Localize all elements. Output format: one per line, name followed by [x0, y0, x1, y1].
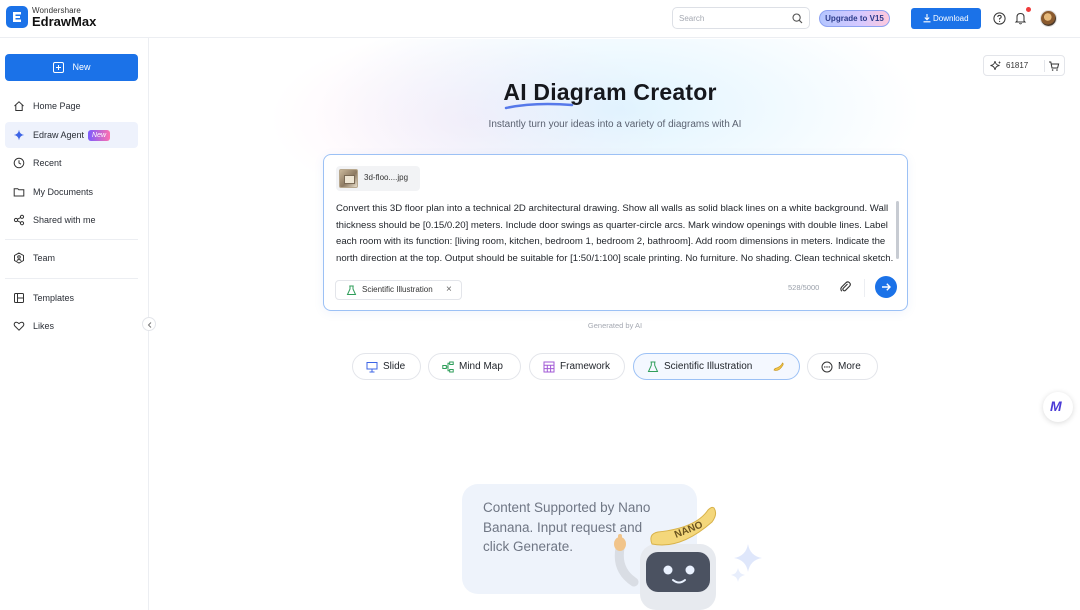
upgrade-button[interactable]: Upgrade to V15	[819, 10, 890, 27]
m-logo-icon: M	[1050, 398, 1062, 414]
page-title-wrap: AI Diagram Creator	[480, 76, 740, 110]
arrow-right-icon	[882, 283, 891, 291]
search-box[interactable]	[672, 7, 810, 29]
sidebar-item-team[interactable]: Team	[5, 245, 138, 271]
sidebar-item-label: Team	[33, 253, 56, 263]
type-label: Slide	[383, 361, 406, 372]
character-counter: 528/5000	[788, 283, 820, 292]
send-button[interactable]	[875, 276, 897, 298]
sidebar-item-label: Home Page	[33, 101, 81, 111]
prompt-textarea[interactable]: Convert this 3D floor plan into a techni…	[336, 201, 894, 275]
cart-icon[interactable]	[1048, 60, 1060, 72]
heart-icon	[13, 321, 25, 331]
prompt-scrollbar[interactable]	[896, 201, 899, 259]
attachment[interactable]: 3d-floo....jpg	[336, 166, 420, 191]
credits-divider	[1044, 60, 1045, 72]
type-slide[interactable]: Slide	[352, 353, 421, 380]
search-icon[interactable]	[792, 13, 803, 24]
type-label: Framework	[560, 361, 611, 372]
sparkle-icon	[13, 129, 25, 141]
more-icon	[821, 361, 833, 373]
help-icon[interactable]	[993, 12, 1006, 25]
type-label: More	[838, 361, 861, 372]
sidebar-item-label: My Documents	[33, 187, 94, 197]
page-title: AI Diagram Creator	[503, 79, 717, 105]
clock-icon	[13, 157, 25, 169]
type-label: Mind Map	[459, 361, 503, 372]
bell-icon[interactable]	[1014, 11, 1027, 25]
selected-type-chip: Scientific Illustration ×	[335, 280, 462, 300]
top-bar: Wondershare EdrawMax Upgrade to V15 Down…	[0, 0, 1080, 38]
attachment-name: 3d-floo....jpg	[364, 173, 409, 182]
sidebar-divider	[5, 278, 138, 279]
ai-credits-icon	[990, 60, 1002, 71]
credits-count: 61817	[1006, 61, 1029, 70]
sidebar-item-recent[interactable]: Recent	[5, 150, 138, 176]
type-more[interactable]: More	[807, 353, 878, 380]
slide-icon	[366, 362, 378, 373]
attachment-thumbnail	[339, 169, 358, 188]
page-subtitle: Instantly turn your ideas into a variety…	[488, 119, 742, 130]
generated-by-ai-note: Generated by AI	[587, 321, 643, 330]
sidebar-divider	[5, 239, 138, 240]
banana-icon	[773, 362, 784, 371]
flask-icon	[346, 285, 357, 295]
sidebar-item-templates[interactable]: Templates	[5, 285, 138, 311]
prompt-card: 3d-floo....jpg Convert this 3D floor pla…	[323, 154, 908, 311]
sidebar-item-edraw-agent[interactable]: Edraw Agent New	[5, 122, 138, 148]
attach-file-icon[interactable]	[839, 280, 852, 294]
sidebar-item-likes[interactable]: Likes	[5, 313, 138, 339]
sidebar-item-shared-with-me[interactable]: Shared with me	[5, 207, 138, 233]
credits-box[interactable]: 61817	[983, 55, 1065, 76]
brand-name: EdrawMax	[32, 14, 97, 29]
notification-dot	[1026, 7, 1031, 12]
type-framework[interactable]: Framework	[529, 353, 625, 380]
edrawmax-logo[interactable]	[6, 6, 28, 28]
sidebar-item-home-page[interactable]: Home Page	[5, 93, 138, 119]
sidebar-item-label: Edraw Agent	[33, 130, 85, 140]
sidebar-item-label: Shared with me	[33, 215, 96, 225]
templates-icon	[14, 293, 24, 303]
sidebar-item-label: Templates	[33, 293, 75, 303]
type-scientific-illustration[interactable]: Scientific Illustration	[633, 353, 800, 380]
toolbar-divider	[864, 279, 865, 297]
avatar[interactable]	[1040, 10, 1057, 27]
ai-assistant-float-button[interactable]: M	[1043, 392, 1073, 422]
download-icon	[923, 14, 931, 23]
type-mind-map[interactable]: Mind Map	[428, 353, 521, 380]
home-icon	[14, 101, 24, 111]
download-button[interactable]: Download	[911, 8, 981, 29]
plus-icon	[53, 62, 64, 73]
chip-label: Scientific Illustration	[362, 285, 433, 294]
new-button[interactable]: New	[5, 54, 138, 81]
sidebar: New Home Page Edraw Agent New Recent My D…	[0, 38, 149, 610]
framework-icon	[543, 361, 555, 373]
robot-mascot: NANO	[614, 506, 762, 610]
sidebar-item-my-documents[interactable]: My Documents	[5, 179, 138, 205]
team-icon	[14, 252, 24, 264]
mindmap-icon	[442, 361, 454, 373]
new-badge: New	[88, 130, 111, 141]
download-label: Download	[933, 14, 969, 23]
sidebar-item-label: Likes	[33, 321, 55, 331]
share-icon	[13, 214, 25, 226]
new-button-label: New	[72, 62, 91, 72]
sidebar-item-label: Recent	[33, 158, 62, 168]
search-input[interactable]	[679, 11, 789, 26]
chip-close-icon[interactable]: ×	[446, 281, 452, 299]
folder-icon	[13, 188, 25, 197]
flask-icon	[647, 361, 659, 372]
type-label: Scientific Illustration	[664, 361, 753, 372]
